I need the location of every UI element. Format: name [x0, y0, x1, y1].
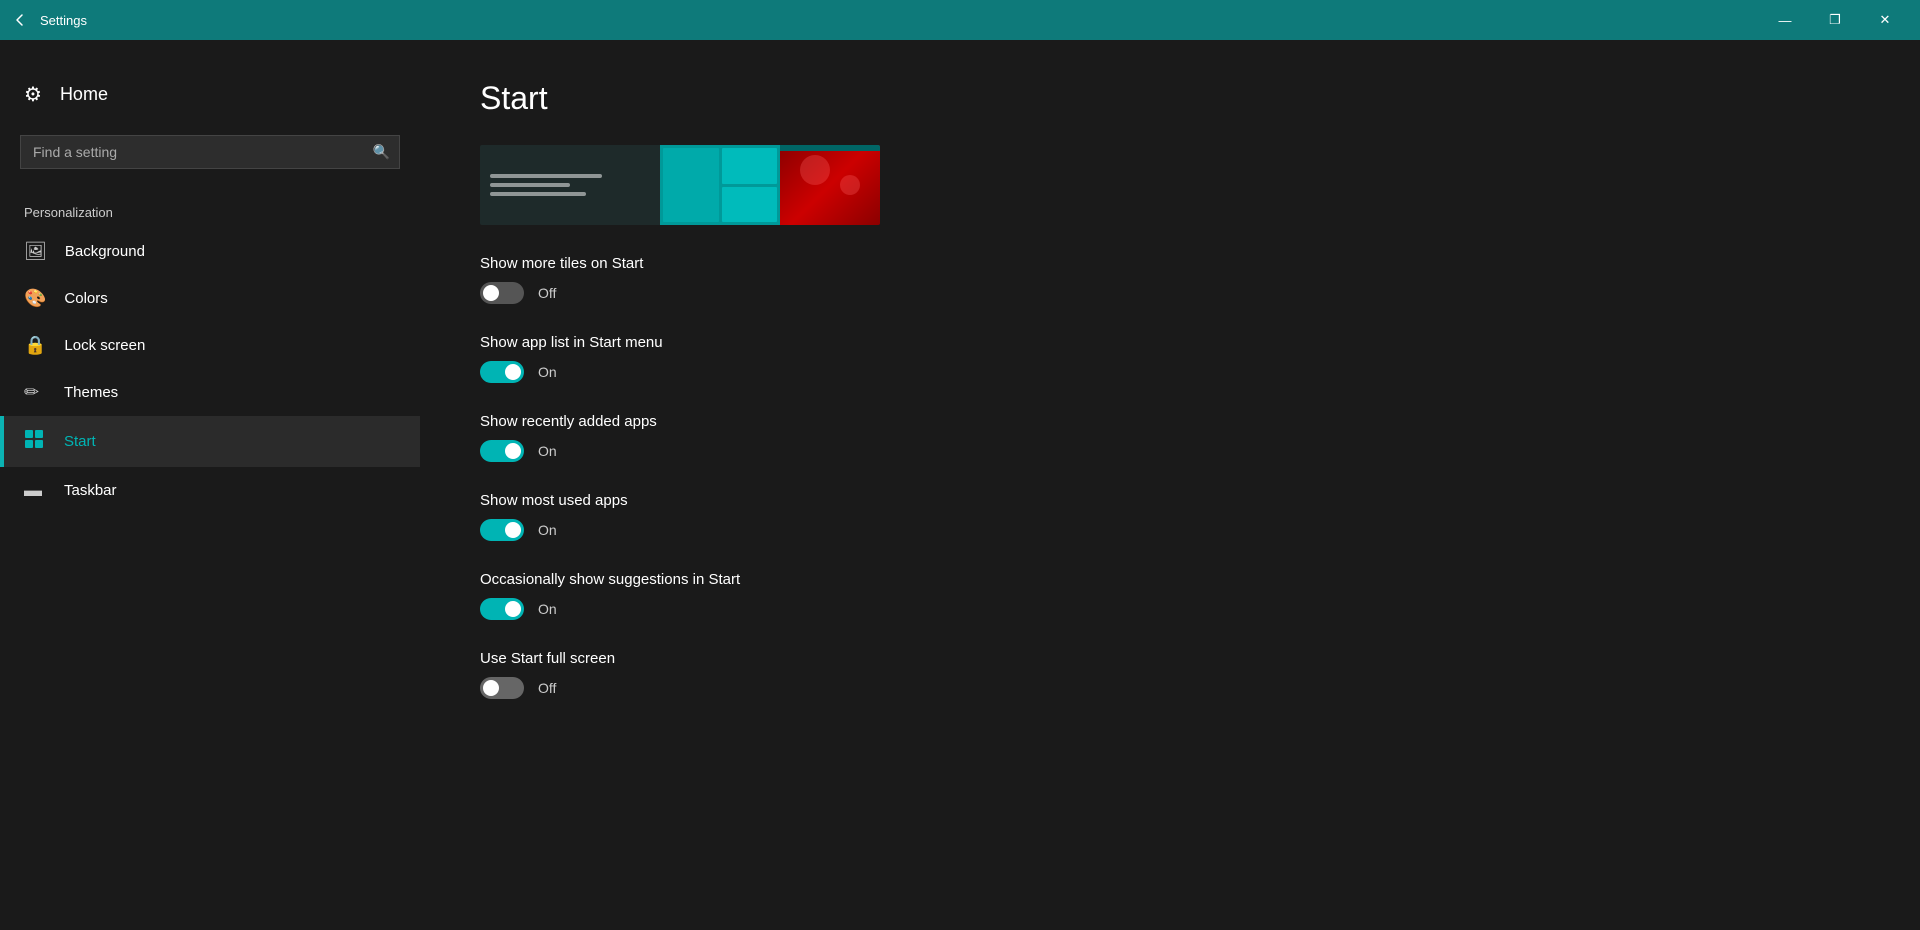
- toggle-row-show-recently-added: On: [480, 440, 1860, 462]
- toggle-state-show-more-tiles: Off: [538, 285, 556, 301]
- toggle-row-show-app-list: On: [480, 361, 1860, 383]
- setting-show-more-tiles-label: Show more tiles on Start: [480, 255, 1860, 272]
- toggle-row-show-most-used: On: [480, 519, 1860, 541]
- toggle-row-use-full-screen: Off: [480, 677, 1860, 699]
- setting-show-app-list-label: Show app list in Start menu: [480, 334, 1860, 351]
- setting-use-full-screen: Use Start full screen Off: [480, 650, 1860, 699]
- taskbar-icon: ▬: [24, 480, 46, 501]
- preview-left-panel: [480, 145, 660, 225]
- toggle-use-full-screen[interactable]: [480, 677, 524, 699]
- search-icon: 🔍: [373, 144, 390, 161]
- sidebar-item-lockscreen[interactable]: 🔒 Lock screen: [0, 322, 420, 369]
- setting-show-suggestions-label: Occasionally show suggestions in Start: [480, 571, 1860, 588]
- sidebar-item-start[interactable]: Start: [0, 416, 420, 467]
- toggle-knob-show-recently-added: [505, 443, 521, 459]
- toggle-state-use-full-screen: Off: [538, 680, 556, 696]
- toggle-knob-use-full-screen: [483, 680, 499, 696]
- toggle-show-recently-added[interactable]: [480, 440, 524, 462]
- bokeh-2: [840, 175, 860, 195]
- bokeh-1: [800, 155, 830, 185]
- toggle-row-show-more-tiles: Off: [480, 282, 1860, 304]
- toggle-knob-show-most-used: [505, 522, 521, 538]
- setting-use-full-screen-label: Use Start full screen: [480, 650, 1860, 667]
- setting-show-app-list: Show app list in Start menu On: [480, 334, 1860, 383]
- colors-icon: 🎨: [24, 288, 46, 309]
- close-button[interactable]: ✕: [1862, 5, 1908, 35]
- sidebar-item-taskbar-label: Taskbar: [64, 482, 117, 499]
- toggle-knob-show-suggestions: [505, 601, 521, 617]
- background-icon: 🖼: [24, 241, 47, 262]
- search-box: 🔍: [20, 135, 400, 169]
- toggle-state-show-most-used: On: [538, 522, 557, 538]
- sidebar-item-themes-label: Themes: [64, 384, 118, 401]
- setting-show-more-tiles: Show more tiles on Start Off: [480, 255, 1860, 304]
- setting-show-recently-added: Show recently added apps On: [480, 413, 1860, 462]
- personalization-label: Personalization: [0, 189, 420, 228]
- start-preview: [480, 145, 880, 225]
- sidebar-item-taskbar[interactable]: ▬ Taskbar: [0, 467, 420, 514]
- preview-tile-2: [722, 148, 778, 184]
- content-area: Start Show more: [420, 40, 1920, 930]
- search-input[interactable]: [20, 135, 400, 169]
- toggle-show-app-list[interactable]: [480, 361, 524, 383]
- sidebar-item-lockscreen-label: Lock screen: [64, 337, 145, 354]
- toggle-row-show-suggestions: On: [480, 598, 1860, 620]
- lockscreen-icon: 🔒: [24, 335, 46, 356]
- toggle-knob-show-app-list: [505, 364, 521, 380]
- home-label: Home: [60, 84, 108, 105]
- window-controls: — ❐ ✕: [1762, 5, 1908, 35]
- minimize-button[interactable]: —: [1762, 5, 1808, 35]
- page-title: Start: [480, 80, 1860, 117]
- title-bar-left: Settings: [12, 12, 87, 28]
- setting-show-suggestions: Occasionally show suggestions in Start O…: [480, 571, 1860, 620]
- setting-show-most-used-label: Show most used apps: [480, 492, 1860, 509]
- preview-line-3: [490, 192, 586, 196]
- themes-icon: ✏: [24, 382, 46, 403]
- setting-show-most-used: Show most used apps On: [480, 492, 1860, 541]
- preview-tile-3: [722, 187, 778, 223]
- toggle-state-show-app-list: On: [538, 364, 557, 380]
- sidebar-item-colors[interactable]: 🎨 Colors: [0, 275, 420, 322]
- toggle-state-show-suggestions: On: [538, 601, 557, 617]
- sidebar-item-background[interactable]: 🖼 Background: [0, 228, 420, 275]
- preview-line-1: [490, 174, 602, 178]
- toggle-show-more-tiles[interactable]: [480, 282, 524, 304]
- toggle-show-suggestions[interactable]: [480, 598, 524, 620]
- sidebar-item-themes[interactable]: ✏ Themes: [0, 369, 420, 416]
- sidebar: ⚙ Home 🔍 Personalization 🖼 Background 🎨 …: [0, 40, 420, 930]
- restore-button[interactable]: ❐: [1812, 5, 1858, 35]
- preview-tiles-panel: [660, 145, 780, 225]
- sidebar-item-background-label: Background: [65, 243, 145, 260]
- title-bar: Settings — ❐ ✕: [0, 0, 1920, 40]
- back-button[interactable]: [12, 12, 28, 28]
- toggle-knob-show-more-tiles: [483, 285, 499, 301]
- setting-show-recently-added-label: Show recently added apps: [480, 413, 1860, 430]
- preview-line-2: [490, 183, 570, 187]
- home-icon: ⚙: [24, 82, 42, 107]
- sidebar-item-start-label: Start: [64, 433, 96, 450]
- start-icon: [24, 429, 46, 454]
- toggle-show-most-used[interactable]: [480, 519, 524, 541]
- sidebar-home[interactable]: ⚙ Home: [0, 70, 420, 119]
- preview-right-panel: [780, 145, 880, 225]
- preview-tile-1: [663, 148, 719, 222]
- app-container: ⚙ Home 🔍 Personalization 🖼 Background 🎨 …: [0, 40, 1920, 930]
- window-title: Settings: [40, 13, 87, 28]
- settings-list: Show more tiles on Start Off Show app li…: [480, 255, 1860, 699]
- toggle-state-show-recently-added: On: [538, 443, 557, 459]
- sidebar-item-colors-label: Colors: [64, 290, 107, 307]
